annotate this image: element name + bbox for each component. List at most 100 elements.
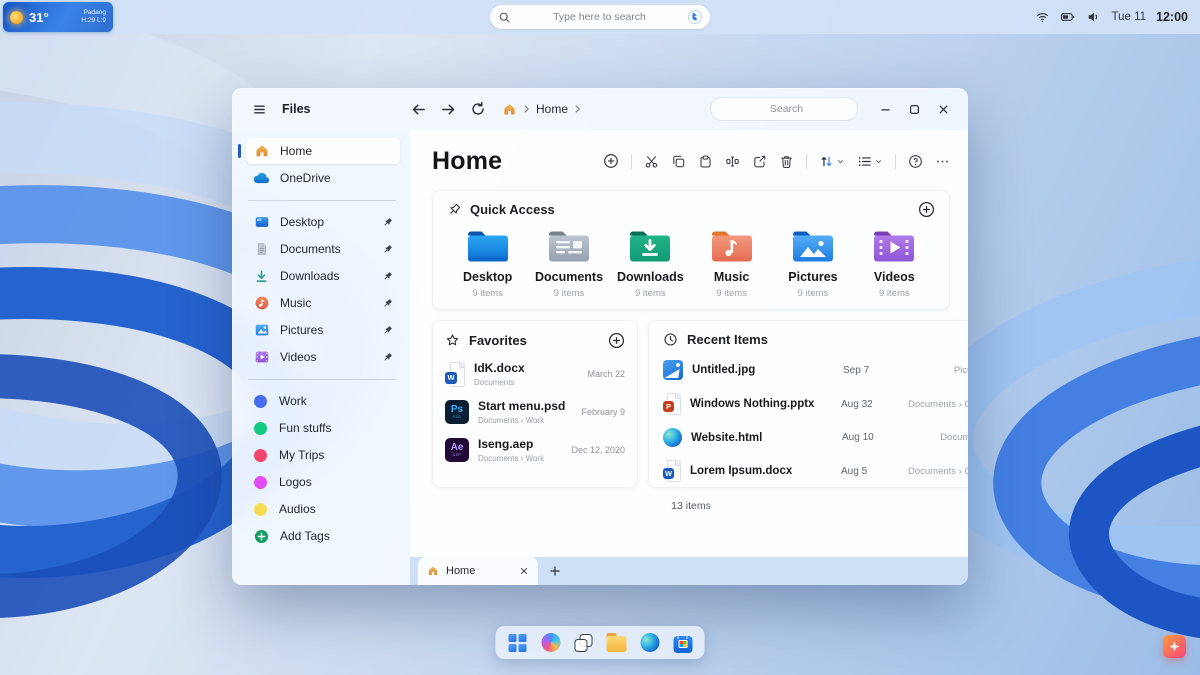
sidebar-item-home[interactable]: Home	[246, 138, 400, 164]
rename-button[interactable]	[725, 154, 740, 169]
sidebar-item-documents[interactable]: Documents	[246, 236, 400, 262]
folder-tile-music[interactable]: Music 9 items	[691, 227, 772, 299]
taskbar-search-input[interactable]	[511, 11, 688, 23]
recent-items-card: Recent Items Untitled.jpg Sep 7 Pictures…	[648, 320, 968, 488]
copilot-icon[interactable]	[541, 633, 561, 653]
tab-close-button[interactable]	[519, 566, 529, 576]
chevron-right-icon	[523, 104, 530, 114]
sidebar-item-pictures[interactable]: Pictures	[246, 317, 400, 343]
favorite-row[interactable]: W IdK.docx Documents March 22	[445, 361, 625, 387]
minimize-button[interactable]	[874, 98, 896, 120]
sidebar-item-videos[interactable]: Videos	[246, 344, 400, 370]
copy-button[interactable]	[671, 154, 686, 169]
pin-icon[interactable]	[382, 298, 393, 309]
file-path: Documents › Other	[908, 399, 968, 410]
music-icon	[253, 295, 270, 312]
home-icon[interactable]	[502, 102, 517, 117]
view-button[interactable]	[857, 154, 883, 169]
battery-icon	[1060, 10, 1076, 24]
add-favorite-button[interactable]	[608, 332, 625, 349]
powerpoint-file-icon: P	[663, 393, 681, 415]
tag-item-logos[interactable]: Logos	[246, 469, 400, 495]
file-name: Start menu.psd	[478, 399, 565, 413]
tag-item-my-trips[interactable]: My Trips	[246, 442, 400, 468]
paste-button[interactable]	[698, 154, 713, 169]
new-item-button[interactable]	[603, 153, 619, 169]
close-button[interactable]	[932, 98, 954, 120]
taskview-icon[interactable]	[574, 633, 594, 653]
tag-dot	[254, 422, 267, 435]
spark-icon	[1168, 640, 1181, 653]
brand-badge[interactable]	[1163, 635, 1186, 658]
word-badge: W	[445, 372, 457, 384]
tag-item-work[interactable]: Work	[246, 388, 400, 414]
folder-tile-documents[interactable]: Documents 9 items	[528, 227, 609, 299]
info-button[interactable]	[908, 154, 923, 169]
recent-row[interactable]: W Lorem Ipsum.docx Aug 5 Documents › Oth…	[663, 460, 968, 482]
folder-tile-videos[interactable]: Videos 9 items	[854, 227, 935, 299]
refresh-button[interactable]	[470, 101, 486, 117]
file-date: Aug 32	[841, 399, 899, 410]
add-quick-access-button[interactable]	[918, 201, 935, 218]
sidebar-item-music[interactable]: Music	[246, 290, 400, 316]
tag-item-audios[interactable]: Audios	[246, 496, 400, 522]
pin-icon[interactable]	[382, 271, 393, 282]
pictures-icon	[253, 322, 270, 339]
tag-dot	[254, 476, 267, 489]
recent-row[interactable]: Untitled.jpg Sep 7 Pictures	[663, 360, 968, 380]
star-icon	[445, 333, 460, 348]
window-search[interactable]	[710, 97, 858, 121]
weather-hilo: H:29 L:9	[81, 17, 106, 24]
folder-name: Pictures	[788, 270, 837, 284]
sidebar-item-label: Music	[280, 296, 311, 310]
main-content: Home	[410, 130, 968, 585]
new-tab-button[interactable]	[538, 557, 572, 585]
file-name: Iseng.aep	[478, 437, 544, 451]
sidebar-item-downloads[interactable]: Downloads	[246, 263, 400, 289]
weather-widget[interactable]: 31° Padang H:29 L:9	[3, 2, 113, 32]
sidebar-item-label: Downloads	[280, 269, 339, 283]
breadcrumb-home[interactable]: Home	[536, 102, 568, 116]
folder-tile-desktop[interactable]: Desktop 9 items	[447, 227, 528, 299]
edge-icon[interactable]	[640, 633, 660, 653]
sort-button[interactable]	[819, 154, 845, 169]
recent-row[interactable]: P Windows Nothing.pptx Aug 32 Documents …	[663, 393, 968, 415]
window-search-input[interactable]	[719, 103, 854, 115]
menu-icon[interactable]	[252, 102, 267, 117]
photoshop-file-icon: PsPSD	[445, 400, 469, 424]
bing-icon[interactable]	[688, 10, 702, 24]
taskbar-search[interactable]	[490, 5, 710, 29]
sidebar-item-label: OneDrive	[280, 171, 331, 185]
pin-icon[interactable]	[382, 244, 393, 255]
start-icon[interactable]	[508, 633, 528, 653]
forward-button[interactable]	[440, 101, 457, 118]
store-icon[interactable]	[673, 633, 693, 653]
app-title: Files	[282, 102, 311, 116]
recent-row[interactable]: Website.html Aug 10 Documents	[663, 428, 968, 447]
favorite-row[interactable]: AeAEP Iseng.aep Documents › Work Dec 12,…	[445, 437, 625, 463]
folder-tile-downloads[interactable]: Downloads 9 items	[610, 227, 691, 299]
more-button[interactable]	[935, 154, 950, 169]
folder-tile-pictures[interactable]: Pictures 9 items	[772, 227, 853, 299]
tag-label: Fun stuffs	[279, 421, 331, 435]
delete-button[interactable]	[779, 154, 794, 169]
pin-icon[interactable]	[382, 217, 393, 228]
word-badge: W	[663, 468, 674, 479]
page-title: Home	[432, 147, 502, 176]
pin-icon[interactable]	[382, 325, 393, 336]
pin-icon[interactable]	[382, 352, 393, 363]
favorite-row[interactable]: PsPSD Start menu.psd Documents › Work Fe…	[445, 399, 625, 425]
explorer-icon[interactable]	[607, 633, 627, 653]
cut-button[interactable]	[644, 154, 659, 169]
tab-home[interactable]: Home	[418, 557, 538, 585]
back-button[interactable]	[410, 101, 427, 118]
sidebar-item-desktop[interactable]: Desktop	[246, 209, 400, 235]
maximize-button[interactable]	[903, 98, 925, 120]
titlebar: Files Home	[232, 88, 968, 130]
add-tags-button[interactable]: Add Tags	[246, 523, 400, 549]
tag-item-fun-stuffs[interactable]: Fun stuffs	[246, 415, 400, 441]
sidebar-item-onedrive[interactable]: OneDrive	[246, 165, 400, 191]
files-window: Files Home Home	[232, 88, 968, 585]
share-button[interactable]	[752, 154, 767, 169]
system-tray[interactable]: Tue 11 12:00	[1035, 0, 1188, 34]
